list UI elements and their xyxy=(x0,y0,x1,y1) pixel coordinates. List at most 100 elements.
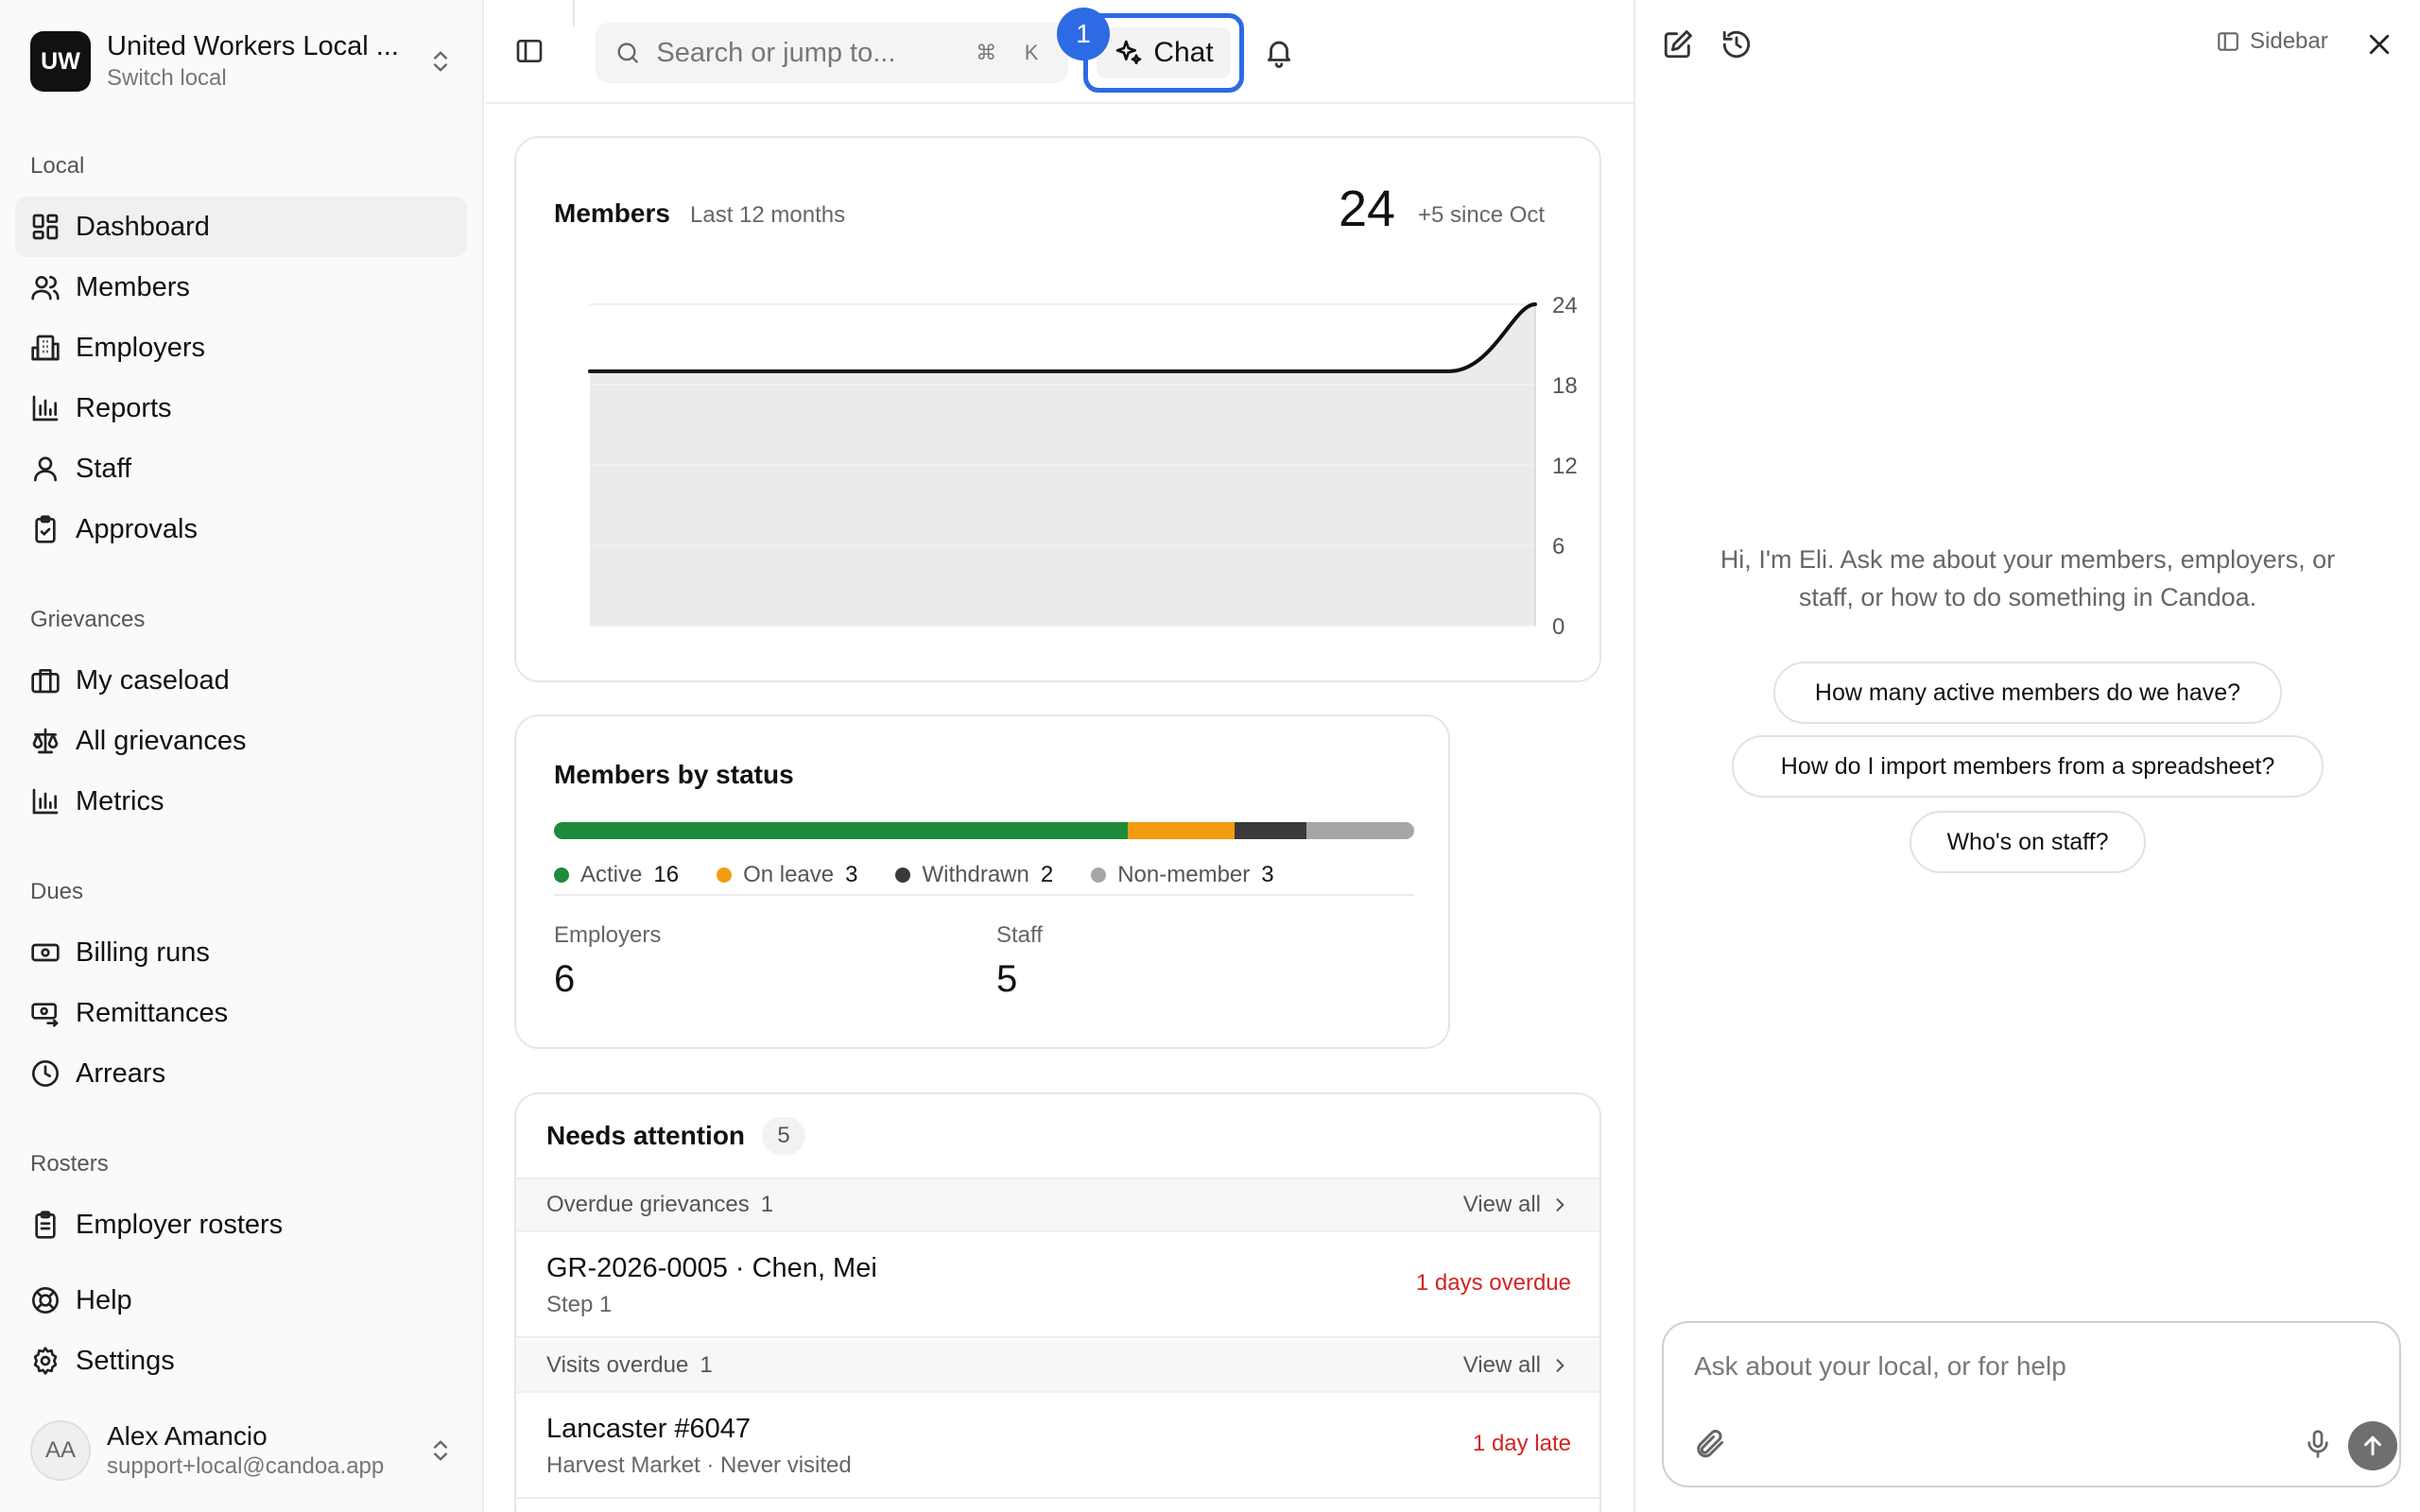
view-all-label: View all xyxy=(1462,1192,1541,1217)
sidebar-item-dashboard[interactable]: Dashboard xyxy=(15,197,467,257)
legend-value: 16 xyxy=(653,862,680,887)
sidebar-item-help[interactable]: Help xyxy=(15,1270,467,1331)
group-title: Overdue grievances xyxy=(546,1192,750,1217)
y-tick-label: 18 xyxy=(1552,373,1578,399)
sidebar-toggle-icon[interactable] xyxy=(514,36,544,66)
org-switch-label: Switch local xyxy=(107,65,227,91)
user-menu[interactable]: AA Alex Amancio support+local@candoa.app xyxy=(30,1418,454,1484)
sidebar-item-label: Remittances xyxy=(76,997,229,1028)
stat-label: Staff xyxy=(996,922,1043,948)
sidebar-item-label: Dashboard xyxy=(76,211,210,242)
status-segment-withdrawn xyxy=(1235,822,1307,839)
sidebar-item-approvals[interactable]: Approvals xyxy=(15,499,467,559)
sidebar-item-employers[interactable]: Employers xyxy=(15,318,467,378)
sidebar-item-settings[interactable]: Settings xyxy=(15,1331,467,1391)
attention-row[interactable]: Lancaster #6047 Harvest Market · Never v… xyxy=(516,1393,1599,1499)
sparkle-icon xyxy=(1115,40,1142,64)
employers-stat[interactable]: Employers 6 xyxy=(554,922,661,1001)
sidebar-item-billing-runs[interactable]: Billing runs xyxy=(15,922,467,983)
bell-icon[interactable] xyxy=(1263,36,1295,68)
sidebar-item-metrics[interactable]: Metrics xyxy=(15,771,467,832)
sidebar-item-staff[interactable]: Staff xyxy=(15,438,467,499)
sidebar-item-label: Staff xyxy=(76,453,132,484)
sidebar: UW United Workers Local ... Switch local… xyxy=(0,0,484,1512)
legend-item-on-leave: On leave 3 xyxy=(717,862,857,888)
x-tick-label: Apr xyxy=(1088,647,1123,648)
suggestion-active-members[interactable]: How many active members do we have? xyxy=(1773,662,2282,724)
legend-dot xyxy=(1091,868,1107,883)
chevron-right-icon xyxy=(1556,1359,1564,1372)
step-badge: 1 xyxy=(1057,8,1110,60)
sidebar-mode-toggle[interactable]: Sidebar xyxy=(2216,28,2328,55)
sidebar-item-remittances[interactable]: Remittances xyxy=(15,983,467,1043)
x-tick-label: Oct xyxy=(572,647,608,648)
paperclip-icon[interactable] xyxy=(1692,1427,1726,1461)
y-tick-label: 6 xyxy=(1552,534,1564,559)
attention-row-status: 1 day late xyxy=(1472,1431,1571,1456)
view-all-link[interactable]: View all xyxy=(1463,1192,1569,1218)
sidebar-item-members[interactable]: Members xyxy=(15,257,467,318)
view-all-link[interactable]: View all xyxy=(1463,1352,1569,1379)
legend-label: Non-member xyxy=(1117,862,1251,887)
status-bar xyxy=(554,822,1414,839)
bar-chart-icon xyxy=(32,395,59,421)
send-button[interactable] xyxy=(2348,1421,2397,1470)
sidebar-item-label: Billing runs xyxy=(76,936,210,968)
new-chat-icon[interactable] xyxy=(1662,28,1694,60)
stat-value: 6 xyxy=(554,958,576,1000)
bar-chart-icon xyxy=(32,788,59,815)
sidebar-item-employer-rosters[interactable]: Employer rosters xyxy=(15,1194,467,1255)
members-chart: 0 6 12 18 24 Oct Dec Feb Apr Jun Aug xyxy=(572,293,1578,648)
group-count: 1 xyxy=(760,1192,774,1217)
x-tick-label: Dec xyxy=(741,647,782,648)
history-icon[interactable] xyxy=(1720,28,1753,60)
staff-stat[interactable]: Staff 5 xyxy=(996,922,1043,1001)
stat-value: 5 xyxy=(996,958,1018,1000)
users-icon xyxy=(31,276,60,301)
series-line-members xyxy=(588,302,1537,373)
chat-button-label: Chat xyxy=(1153,37,1214,68)
sidebar-item-arrears[interactable]: Arrears xyxy=(15,1043,467,1104)
banknote-icon xyxy=(31,943,60,962)
shortcut-key-cmd: ⌘ xyxy=(976,41,997,64)
org-switcher[interactable]: UW United Workers Local ... Switch local xyxy=(30,28,454,94)
sidebar-item-reports[interactable]: Reports xyxy=(15,378,467,438)
nav-section-grievances: Grievances xyxy=(30,607,146,632)
attention-row[interactable]: GR-2026-0005 · Chen, Mei Step 1 1 days o… xyxy=(516,1232,1599,1338)
sidebar-item-label: All grievances xyxy=(76,725,247,756)
microphone-icon[interactable] xyxy=(2303,1429,2333,1459)
members-delta: +5 since Oct xyxy=(1418,202,1546,228)
lifebuoy-icon xyxy=(32,1287,59,1314)
suggestion-whos-on-staff[interactable]: Who's on staff? xyxy=(1910,811,2146,873)
legend-item-active: Active 16 xyxy=(554,862,679,888)
sidebar-item-label: Members xyxy=(76,271,190,302)
sidebar-item-all-grievances[interactable]: All grievances xyxy=(15,711,467,771)
members-card-subtitle: Last 12 months xyxy=(690,202,846,228)
legend-item-non-member: Non-member 3 xyxy=(1091,862,1274,888)
chat-input[interactable] xyxy=(1694,1351,2375,1382)
chevron-up-down-icon xyxy=(434,1440,447,1461)
members-count: 24 xyxy=(1339,180,1396,237)
panel-icon xyxy=(2218,32,2238,51)
user-name: Alex Amancio xyxy=(107,1421,268,1451)
group-title: Visits overdue xyxy=(546,1352,689,1378)
needs-attention-card: Needs attention 5 Overdue grievances 1 V… xyxy=(514,1092,1601,1512)
status-segment-non-member xyxy=(1306,822,1414,839)
suggestion-import-members[interactable]: How do I import members from a spreadshe… xyxy=(1732,735,2324,798)
legend-item-withdrawn: Withdrawn 2 xyxy=(895,862,1053,888)
sidebar-mode-label: Sidebar xyxy=(2250,28,2328,54)
chevron-up-down-icon xyxy=(434,51,447,72)
legend-dot xyxy=(554,868,569,883)
scale-icon xyxy=(32,728,59,754)
sidebar-item-my-caseload[interactable]: My caseload xyxy=(15,650,467,711)
assistant-greeting: Hi, I'm Eli. Ask me about your members, … xyxy=(1720,545,2336,611)
search-box[interactable]: ⌘ K xyxy=(596,23,1068,83)
needs-attention-count: 5 xyxy=(762,1117,806,1155)
members-by-status-card: Members by status Active 16 On leave 3 W… xyxy=(514,714,1450,1049)
close-icon[interactable] xyxy=(2365,30,2394,59)
search-input[interactable] xyxy=(656,37,959,69)
user-email: support+local@candoa.app xyxy=(107,1453,385,1479)
sidebar-item-label: Settings xyxy=(76,1345,175,1376)
chevron-right-icon xyxy=(1556,1198,1564,1211)
nav-section-rosters: Rosters xyxy=(30,1151,109,1177)
